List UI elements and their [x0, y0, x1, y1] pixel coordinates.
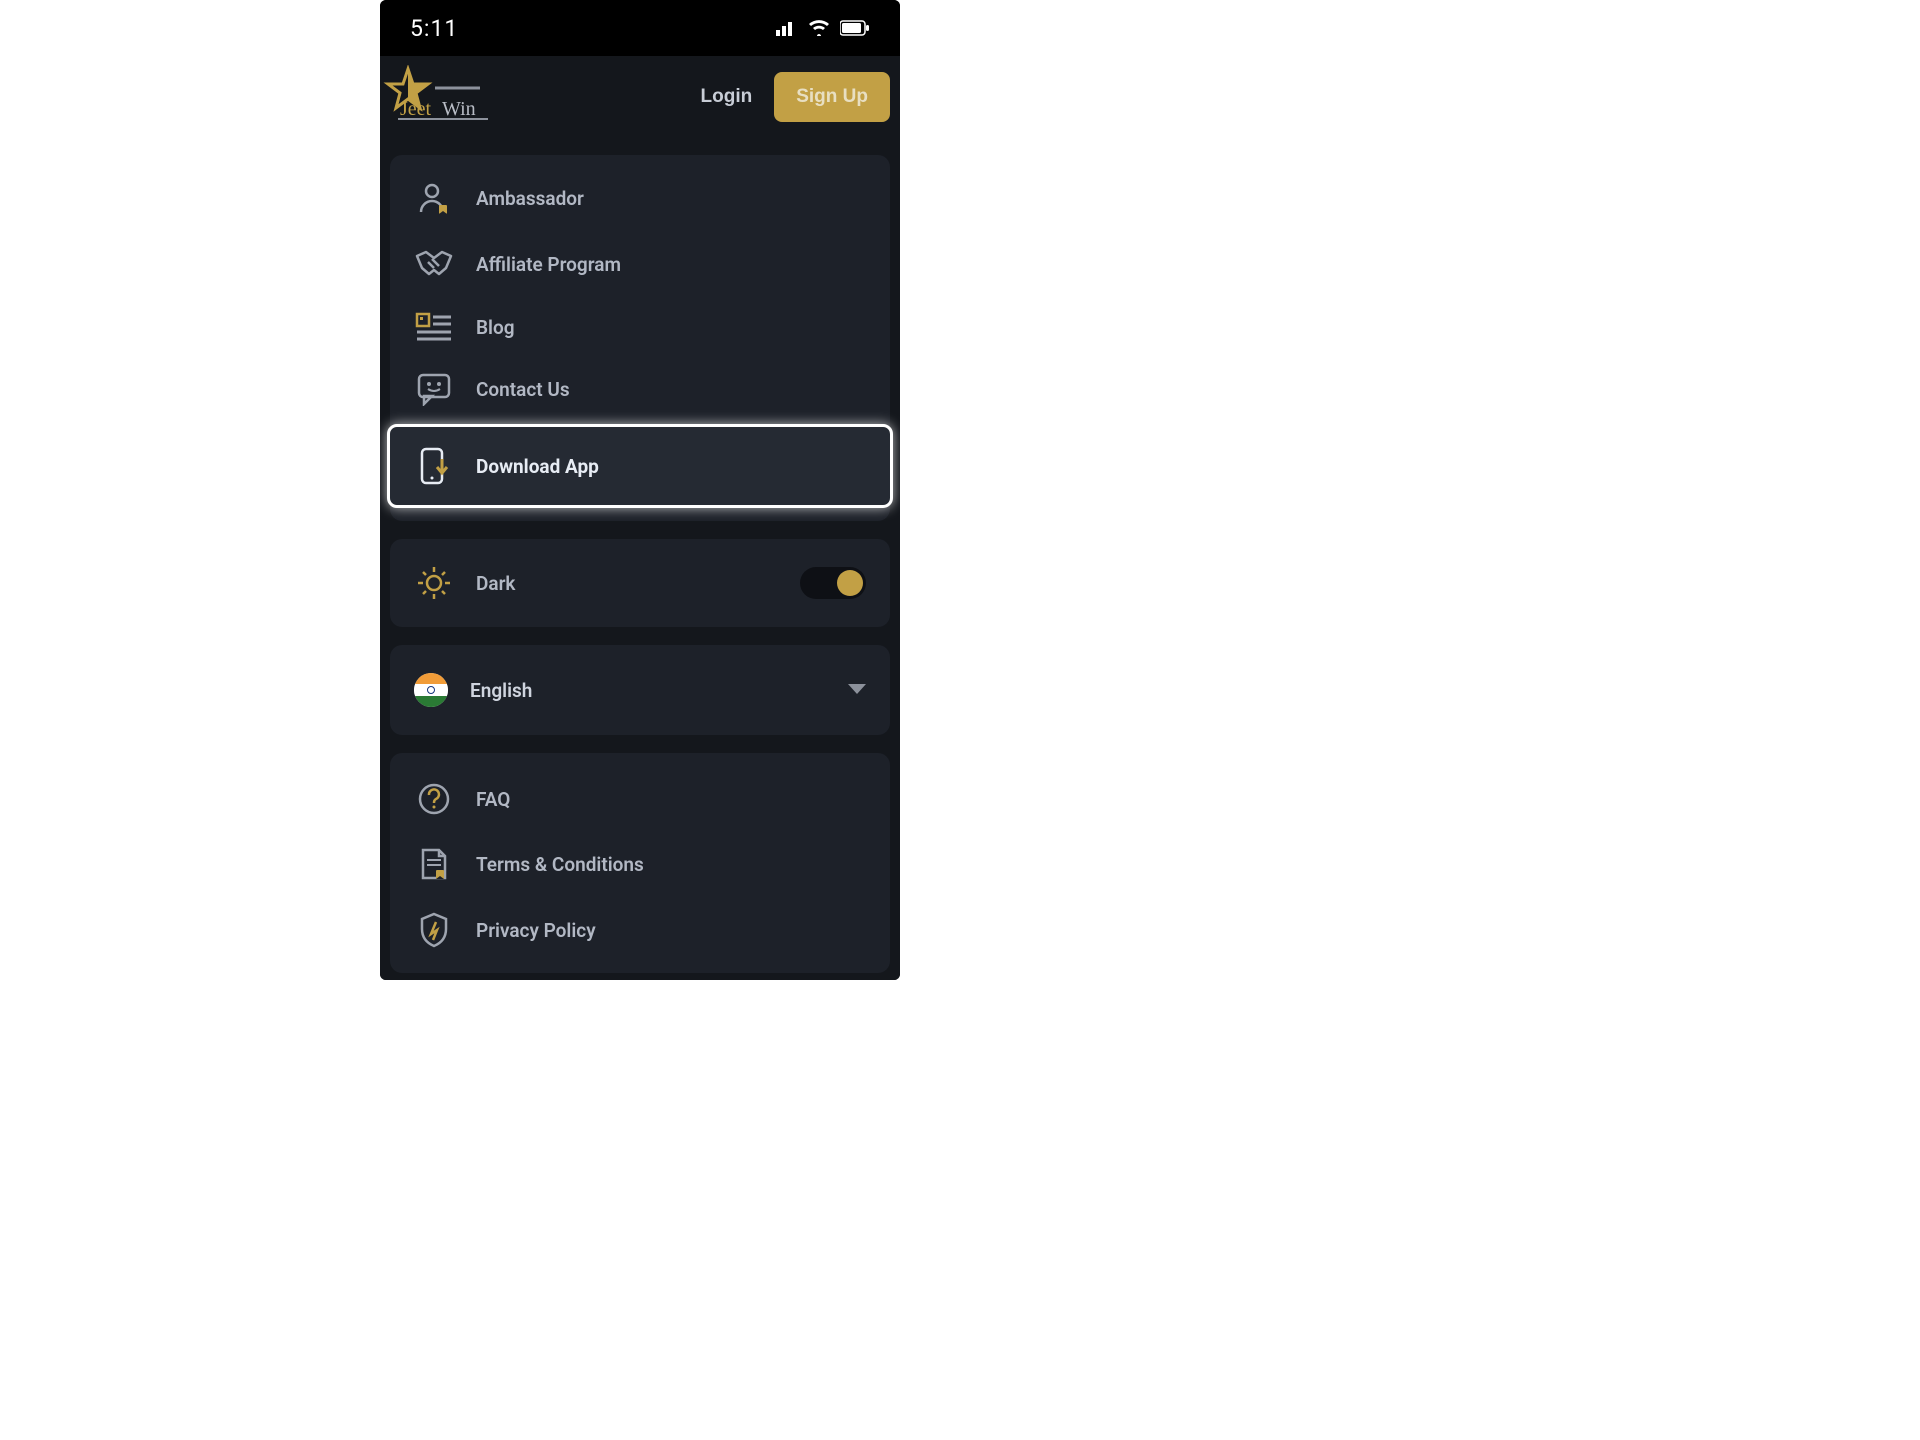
theme-toggle-row: Dark — [390, 539, 890, 627]
menu-label: Affiliate Program — [476, 253, 621, 276]
language-selector[interactable]: English — [390, 645, 890, 735]
menu-item-privacy[interactable]: Privacy Policy — [390, 897, 890, 963]
menu-item-ambassador[interactable]: Ambassador — [390, 165, 890, 231]
theme-card: Dark — [390, 539, 890, 627]
svg-text:Jeet: Jeet — [400, 98, 432, 120]
theme-toggle[interactable] — [800, 567, 866, 599]
menu-item-faq[interactable]: FAQ — [390, 767, 890, 831]
menu-label: Blog — [476, 316, 515, 339]
chevron-down-icon — [848, 684, 866, 696]
wifi-icon — [808, 20, 830, 36]
flag-india-icon — [414, 673, 448, 707]
menu-label: FAQ — [476, 788, 510, 811]
language-label: English — [470, 679, 532, 702]
menu-label: Contact Us — [476, 378, 570, 401]
terms-icon — [414, 846, 454, 882]
menu-label: Ambassador — [476, 187, 584, 210]
language-card: English — [390, 645, 890, 735]
menu-item-contact[interactable]: Contact Us — [390, 357, 890, 421]
info-menu-card: FAQ Terms & Conditions Privacy Policy — [390, 753, 890, 973]
status-icons — [776, 20, 870, 36]
app-header: Jeet Win Login Sign Up — [380, 56, 900, 137]
handshake-icon — [414, 246, 454, 282]
menu-label: Terms & Conditions — [476, 853, 644, 876]
menu-item-download-app[interactable]: Download App — [387, 424, 893, 508]
cellular-icon — [776, 20, 798, 36]
app-screen: Jeet Win Login Sign Up Ambassador — [380, 56, 900, 980]
login-button[interactable]: Login — [679, 72, 775, 122]
main-menu-card: Ambassador Affiliate Program Blog Contac… — [390, 155, 890, 521]
faq-icon — [414, 782, 454, 816]
status-bar: 5:11 — [380, 0, 900, 56]
status-time: 5:11 — [410, 15, 458, 42]
blog-icon — [414, 312, 454, 342]
sun-icon — [414, 565, 454, 601]
header-buttons: Login Sign Up — [679, 72, 890, 122]
menu-label: Privacy Policy — [476, 919, 596, 942]
menu-item-terms[interactable]: Terms & Conditions — [390, 831, 890, 897]
phone-frame: 5:11 Jeet Win Login Sign Up — [380, 0, 900, 980]
toggle-knob — [837, 570, 863, 596]
theme-label: Dark — [476, 572, 515, 595]
brand-logo[interactable]: Jeet Win — [380, 65, 495, 129]
download-app-icon — [414, 447, 454, 485]
shield-icon — [414, 912, 454, 948]
menu-label: Download App — [476, 455, 599, 478]
person-badge-icon — [414, 180, 454, 216]
menu-item-affiliate[interactable]: Affiliate Program — [390, 231, 890, 297]
chat-icon — [414, 372, 454, 406]
menu-item-blog[interactable]: Blog — [390, 297, 890, 357]
svg-text:Win: Win — [442, 98, 476, 120]
signup-button[interactable]: Sign Up — [774, 72, 890, 122]
battery-icon — [840, 20, 870, 36]
